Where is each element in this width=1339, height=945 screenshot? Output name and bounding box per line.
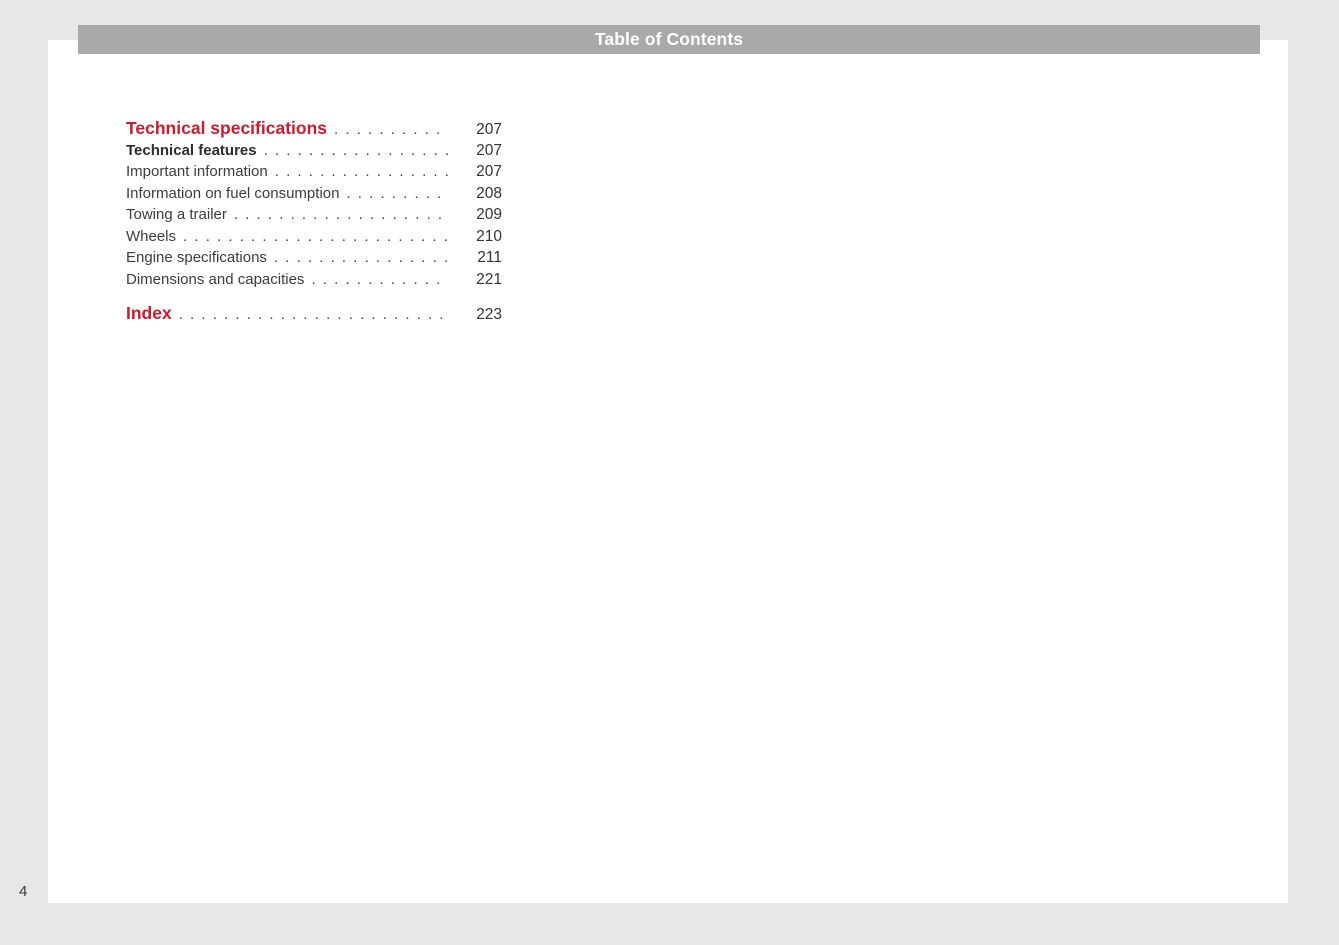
- toc-entry-page-number: 208: [476, 184, 502, 202]
- toc-entry-page-number: 221: [476, 270, 502, 288]
- toc-dot-leader: [311, 271, 448, 288]
- toc-entry-page-number: 211: [477, 249, 502, 266]
- toc-entry: Engine specifications 211: [126, 249, 502, 271]
- toc-dot-leader: [179, 306, 448, 323]
- toc-entry-label: Index: [126, 302, 172, 323]
- toc-dot-leader: [346, 185, 448, 202]
- toc-entry-page-number: 207: [476, 141, 502, 159]
- toc-dot-leader: [275, 163, 448, 180]
- toc-entry-label: Wheels: [126, 227, 177, 245]
- toc-entry-page-number: 223: [476, 305, 502, 323]
- toc-entry-page-number: 207: [476, 121, 502, 138]
- toc-entry: Technical specifications 207: [126, 118, 502, 142]
- document-page: Technical specifications 207 Technical f…: [48, 40, 1288, 903]
- section-header-bar: Table of Contents: [78, 25, 1260, 54]
- toc-dot-leader: [183, 228, 448, 245]
- toc-entry-page-number: 207: [476, 163, 502, 180]
- toc-entry-label: Towing a trailer: [126, 206, 227, 223]
- toc-entry: Technical features 207: [126, 142, 502, 164]
- toc-entry: Index 223: [126, 303, 502, 327]
- toc-entry-page-number: 209: [476, 206, 502, 223]
- table-of-contents-list: Technical specifications 207 Technical f…: [126, 118, 502, 326]
- toc-entry-label: Technical specifications: [126, 118, 327, 138]
- toc-dot-leader: [334, 121, 448, 138]
- toc-entry-label: Technical features: [126, 141, 257, 159]
- toc-entry: Towing a trailer 209: [126, 206, 502, 228]
- page-title: Table of Contents: [594, 29, 744, 49]
- toc-entry-page-number: 210: [476, 227, 502, 245]
- toc-dot-leader: [264, 142, 448, 159]
- toc-entry: Dimensions and capacities 221: [126, 271, 502, 293]
- folio-page-number: 4: [19, 883, 28, 900]
- toc-entry-label: Information on fuel consumption: [126, 184, 340, 202]
- toc-entry-label: Engine specifications: [126, 249, 267, 266]
- toc-entry: Information on fuel consumption 208: [126, 185, 502, 207]
- toc-entry: Wheels 210: [126, 228, 502, 250]
- toc-entry-label: Important information: [126, 163, 268, 180]
- toc-entry-label: Dimensions and capacities: [126, 270, 305, 288]
- toc-entry: Important information 207: [126, 163, 502, 185]
- toc-dot-leader: [274, 249, 448, 266]
- toc-dot-leader: [234, 206, 448, 223]
